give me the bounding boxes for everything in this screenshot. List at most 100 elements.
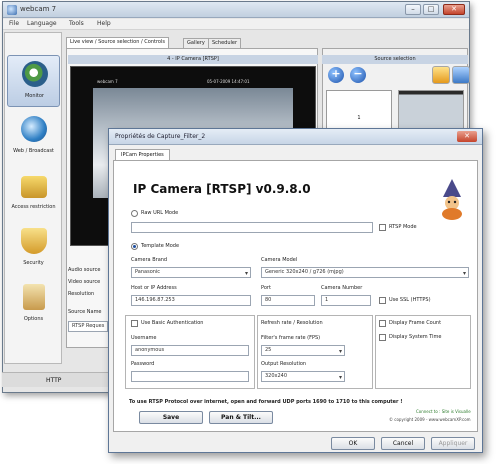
maximize-button[interactable]: □ [423, 4, 439, 15]
display-group [375, 315, 471, 389]
menu-bar: File Language Tools Help [3, 19, 469, 30]
use-ssl-label: Use SSL (HTTPS) [389, 297, 431, 303]
info-text: To use RTSP Protocol over internet, open… [129, 399, 403, 405]
wizard-icon [442, 179, 462, 220]
video-overlay: webcam 7 05-07-2009 14:47:01 [97, 79, 297, 84]
camera-model-select[interactable]: Generic 320x240 / g726 (mjpg) ▾ [261, 267, 469, 278]
close-button[interactable]: ✕ [443, 4, 465, 15]
frame-count-checkbox[interactable] [379, 320, 386, 327]
camera-icon[interactable] [452, 66, 470, 84]
clipboard-icon [23, 284, 45, 310]
output-resolution-select[interactable]: 320x240 ▾ [261, 371, 345, 382]
save-button[interactable]: Save [139, 411, 203, 424]
template-mode-label: Template Mode [141, 243, 180, 249]
globe-icon [21, 116, 47, 142]
window-title: webcam 7 [20, 5, 57, 13]
system-time-checkbox[interactable] [379, 334, 386, 341]
pan-tilt-button[interactable]: Pan & Tilt... [209, 411, 273, 424]
host-field[interactable]: 146.196.87.253 [131, 295, 251, 306]
monitor-icon [22, 61, 48, 87]
dialog-title: Propriétés de Capture_Filter_2 [115, 133, 206, 140]
sidebar-item-label: Web / Broadcast [13, 148, 54, 154]
password-field[interactable] [131, 371, 249, 382]
title-bar[interactable]: webcam 7 – □ ✕ [3, 2, 469, 18]
source-name-label: Source Name [68, 309, 102, 315]
copyright-text: © copyright 2009 - www.webcamXP.com [389, 417, 471, 422]
apply-button[interactable]: Appliquer [431, 437, 475, 450]
connection-status: Connect to : Site is Visualle [416, 409, 471, 414]
ok-button[interactable]: OK [331, 437, 375, 450]
tab-live-view[interactable]: Live view / Source selection / Controls [66, 37, 169, 48]
template-mode-radio[interactable] [131, 243, 138, 250]
frame-count-label: Display Frame Count [389, 320, 442, 326]
remove-source-button[interactable]: − [350, 67, 366, 83]
source-selection-header: Source selection [322, 55, 468, 64]
camera-model-label: Camera Model [261, 257, 298, 263]
camera-brand-select[interactable]: Panasonic ▾ [131, 267, 251, 278]
raw-url-mode-label: Raw URL Mode [141, 210, 179, 216]
osd-timestamp: 05-07-2009 14:47:01 [207, 79, 250, 84]
audio-source-label: Audio source [68, 267, 101, 273]
menu-tools[interactable]: Tools [69, 20, 84, 27]
basic-auth-checkbox[interactable] [131, 320, 138, 327]
raw-url-mode-radio[interactable] [131, 210, 138, 217]
tab-scheduler[interactable]: Scheduler [208, 38, 242, 48]
shield-icon [21, 228, 47, 254]
thumbnail-number: 1 [357, 115, 361, 121]
cancel-button[interactable]: Cancel [381, 437, 425, 450]
properties-dialog: Propriétés de Capture_Filter_2 ✕ IPCam P… [108, 128, 483, 453]
sidebar-item-label: Security [23, 260, 44, 266]
sidebar-item-web-broadcast[interactable]: Web / Broadcast [7, 111, 60, 163]
camera-model-value: Generic 320x240 / g726 (mjpg) [265, 269, 344, 275]
rtsp-mode-label: RTSP Mode [389, 224, 417, 230]
basic-auth-label: Use Basic Authentication [141, 320, 204, 326]
fps-value: 25 [265, 347, 272, 353]
app-icon [7, 5, 17, 15]
host-label: Host or IP Address [131, 285, 177, 291]
sidebar-item-access-restriction[interactable]: Access restriction [7, 167, 60, 219]
menu-file[interactable]: File [9, 20, 19, 27]
preview-header: 4 - IP Camera [RTSP] [68, 55, 318, 64]
password-label: Password [131, 361, 155, 367]
fps-label: Filter's frame rate (FPS) [261, 335, 321, 341]
sidebar-item-label: Options [23, 316, 44, 322]
menu-language[interactable]: Language [27, 20, 57, 27]
sidebar-item-monitor[interactable]: Monitor [7, 55, 60, 107]
add-source-button[interactable]: + [328, 67, 344, 83]
sidebar-item-label: Access restriction [11, 204, 56, 210]
sidebar-item-security[interactable]: Security [7, 223, 60, 275]
camera-brand-label: Camera Brand [131, 257, 168, 263]
sidebar-item-options[interactable]: Options [7, 279, 60, 331]
output-resolution-value: 320x240 [265, 373, 288, 379]
minimize-button[interactable]: – [405, 4, 421, 15]
port-label: Port [261, 285, 271, 291]
rtsp-mode-checkbox[interactable] [379, 224, 386, 231]
username-field[interactable]: anonymous [131, 345, 249, 356]
chevron-down-icon: ▾ [244, 270, 248, 277]
protocol-label: HTTP [46, 377, 62, 384]
camera-number-field[interactable]: 1 [321, 295, 371, 306]
menu-help[interactable]: Help [97, 20, 111, 27]
raw-url-field[interactable] [131, 222, 373, 233]
osd-label: webcam 7 [97, 79, 118, 84]
source-name-field[interactable]: RTSP Reques [68, 321, 108, 332]
fps-select[interactable]: 25 ▾ [261, 345, 345, 356]
resolution-label: Resolution [68, 291, 95, 297]
output-resolution-label: Output Resolution [261, 361, 307, 367]
sidebar: Monitor Web / Broadcast Access restricti… [4, 32, 62, 364]
port-field[interactable]: 80 [261, 295, 315, 306]
chevron-down-icon: ▾ [338, 348, 342, 355]
refresh-label: Refresh rate / Resolution [261, 320, 323, 326]
system-time-label: Display System Time [389, 334, 442, 340]
use-ssl-checkbox[interactable] [379, 297, 386, 304]
chevron-down-icon: ▾ [462, 270, 466, 277]
dialog-title-bar[interactable]: Propriétés de Capture_Filter_2 ✕ [109, 129, 482, 145]
sidebar-item-label: Monitor [24, 93, 44, 99]
dialog-close-button[interactable]: ✕ [457, 131, 477, 142]
tab-gallery[interactable]: Gallery [183, 38, 209, 48]
camera-brand-value: Panasonic [135, 269, 161, 275]
tools-icon[interactable] [432, 66, 450, 84]
plugin-heading: IP Camera [RTSP] v0.9.8.0 [133, 182, 311, 196]
tab-ipcam-properties[interactable]: IPCam Properties [115, 149, 170, 160]
camera-number-label: Camera Number [321, 285, 363, 291]
